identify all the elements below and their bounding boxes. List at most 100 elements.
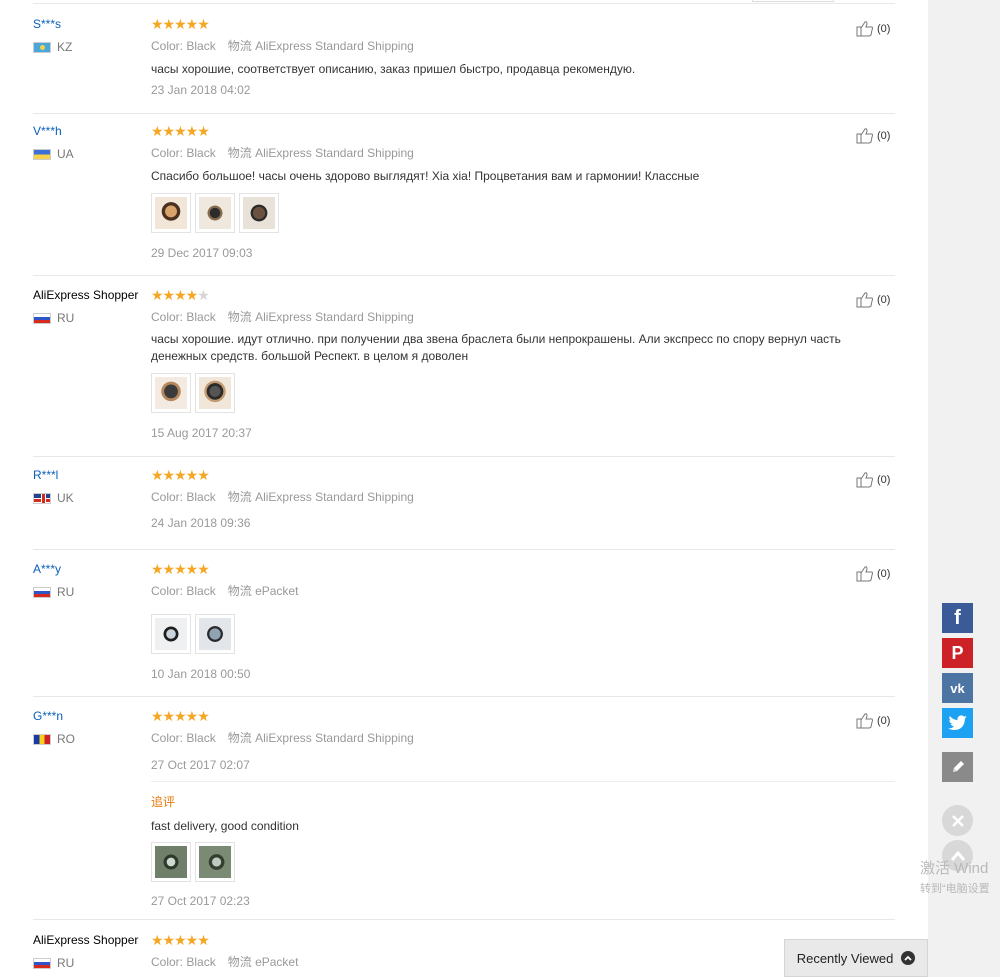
reviewer-name[interactable]: V***h [33, 124, 62, 138]
flag-icon [33, 492, 51, 504]
review-item: R***l UK ★★★★★ (0) Color: Black 物流 AliExp… [33, 468, 895, 550]
flag-icon [33, 733, 51, 745]
like-button[interactable]: (0) [856, 291, 890, 308]
activation-watermark-title: 激活 Wind [920, 860, 989, 877]
divider [33, 3, 895, 4]
followup-label: 追评 [151, 795, 176, 809]
review-photo-thumbnail[interactable] [151, 842, 191, 882]
thumbs-up-icon [856, 566, 873, 582]
reviewer-name[interactable]: S***s [33, 17, 61, 31]
reviewer-name: AliExpress Shopper [33, 288, 139, 302]
followup-date: 27 Oct 2017 02:23 [151, 894, 250, 908]
twitter-icon [947, 715, 967, 730]
review-photo-thumbnail[interactable] [195, 614, 235, 654]
reviewer-name[interactable]: R***l [33, 468, 58, 482]
review-photo-thumbnail[interactable] [195, 373, 235, 413]
star-rating: ★★★★★ [151, 708, 210, 724]
review-item: AliExpress Shopper RU ★★★★★ (0) Color: B… [33, 288, 895, 457]
review-list: S***s KZ ★★★★★ (0) Color: Black 物流 AliExp… [0, 0, 928, 977]
review-meta: Color: Black 物流 AliExpress Standard Shipp… [151, 490, 414, 504]
like-count: (0) [877, 714, 891, 727]
close-icon [951, 814, 964, 827]
thumbs-up-icon [856, 713, 873, 729]
reviewer-country: RU [33, 584, 74, 600]
review-date: 24 Jan 2018 09:36 [151, 516, 251, 530]
review-photo-thumbnail[interactable] [151, 373, 191, 413]
reviewer-name[interactable]: A***y [33, 562, 61, 576]
review-item: AliExpress Shopper RU ★★★★★ Color: Black… [33, 933, 895, 977]
thumbs-up-icon [856, 21, 873, 37]
flag-icon [33, 41, 51, 53]
recently-viewed-button[interactable]: Recently Viewed [784, 939, 928, 977]
star-rating: ★★★★★ [151, 16, 210, 32]
followup-text: fast delivery, good condition [151, 819, 299, 833]
activation-watermark-subtitle: 转到“电脑设置 [920, 883, 990, 895]
star-rating: ★★★★★ [151, 123, 210, 139]
recently-viewed-label: Recently Viewed [796, 950, 894, 966]
review-meta: Color: Black 物流 AliExpress Standard Shipp… [151, 146, 414, 160]
like-count: (0) [877, 567, 891, 580]
chevron-up-icon [901, 951, 916, 965]
reviewer-country: RU [33, 955, 74, 971]
flag-icon [33, 586, 51, 598]
reviewer-country: RU [33, 310, 74, 326]
like-count: (0) [877, 473, 891, 486]
vk-icon: vk [950, 680, 965, 696]
review-meta: Color: Black 物流 AliExpress Standard Shipp… [151, 310, 414, 324]
review-photo-thumbnail[interactable] [239, 193, 279, 233]
reviewer-country: RO [33, 731, 75, 747]
flag-icon [33, 148, 51, 160]
review-item: S***s KZ ★★★★★ (0) Color: Black 物流 AliExp… [33, 17, 895, 114]
reviewer-name[interactable]: G***n [33, 709, 63, 723]
like-button[interactable]: (0) [856, 471, 890, 488]
review-text: часы хорошие, соответствует описанию, за… [151, 62, 636, 76]
star-rating: ★★★★★ [151, 467, 210, 483]
review-meta: Color: Black 物流 AliExpress Standard Shipp… [151, 39, 414, 53]
review-photos [151, 614, 239, 654]
facebook-icon: f [954, 606, 961, 629]
thumbs-up-icon [856, 292, 873, 308]
review-text: Спасибо большое! часы очень здорово выгл… [151, 169, 700, 183]
review-date: 27 Oct 2017 02:07 [151, 758, 250, 772]
review-photo-thumbnail[interactable] [151, 193, 191, 233]
like-button[interactable]: (0) [856, 20, 890, 37]
like-button[interactable]: (0) [856, 712, 890, 729]
review-meta: Color: Black 物流 ePacket [151, 955, 299, 969]
reviewer-country: UK [33, 490, 74, 506]
followup-divider [151, 781, 895, 782]
review-photo-thumbnail[interactable] [151, 614, 191, 654]
review-date: 29 Dec 2017 09:03 [151, 246, 253, 260]
sort-select[interactable] [752, 0, 834, 2]
review-meta: Color: Black 物流 ePacket [151, 584, 299, 598]
star-rating: ★★★★★ [151, 561, 210, 577]
like-button[interactable]: (0) [856, 565, 890, 582]
review-photo-thumbnail[interactable] [195, 842, 235, 882]
thumbs-up-icon [856, 472, 873, 488]
pencil-icon [952, 761, 964, 772]
review-date: 23 Jan 2018 04:02 [151, 83, 251, 97]
pinterest-share-button[interactable]: P [942, 638, 973, 668]
review-photos [151, 373, 239, 413]
like-count: (0) [877, 22, 891, 35]
review-photos [151, 193, 283, 233]
star-rating: ★★★★★ [151, 287, 210, 303]
flag-icon [33, 312, 51, 324]
like-count: (0) [877, 293, 891, 306]
reviewer-country: UA [33, 146, 74, 162]
review-photo-thumbnail[interactable] [195, 193, 235, 233]
thumbs-up-icon [856, 128, 873, 144]
like-button[interactable]: (0) [856, 127, 890, 144]
review-item: A***y RU ★★★★★ (0) Color: Black 物流 ePacke… [33, 562, 895, 697]
flag-icon [33, 957, 51, 969]
close-button[interactable] [942, 805, 973, 836]
twitter-share-button[interactable] [942, 708, 973, 738]
facebook-share-button[interactable]: f [942, 603, 973, 633]
review-date: 15 Aug 2017 20:37 [151, 426, 252, 440]
reviewer-name: AliExpress Shopper [33, 933, 139, 947]
review-date: 10 Jan 2018 00:50 [151, 667, 251, 681]
reviewer-country: KZ [33, 39, 72, 55]
star-rating: ★★★★★ [151, 932, 210, 948]
edit-button[interactable] [942, 752, 973, 782]
vk-share-button[interactable]: vk [942, 673, 973, 703]
pinterest-icon: P [951, 642, 964, 663]
